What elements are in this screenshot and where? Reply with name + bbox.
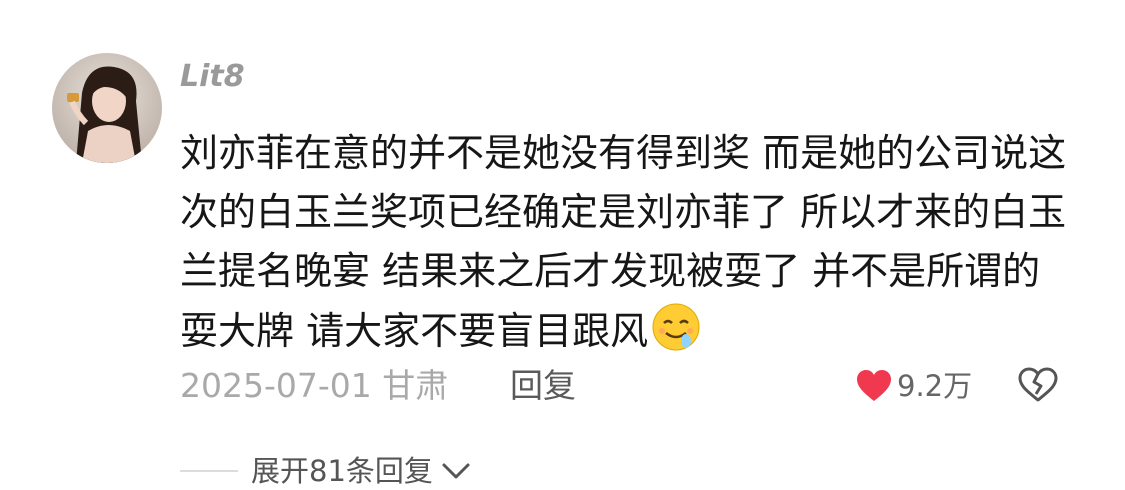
expand-replies-button[interactable]: 展开81条回复: [180, 448, 471, 490]
comment-text: 刘亦菲在意的并不是她没有得到奖 而是她的公司说这次的白玉兰奖项已经确定是刘亦菲了…: [180, 131, 1067, 353]
comment-card: Lit8 刘亦菲在意的并不是她没有得到奖 而是她的公司说这次的白玉兰奖项已经确定…: [0, 0, 1125, 490]
comment-date: 2025-07-01: [180, 366, 372, 405]
expand-replies-label: 展开81条回复: [251, 454, 433, 488]
avatar[interactable]: [52, 53, 162, 163]
comment-location: 甘肃: [382, 366, 449, 405]
comment-date-location: 2025-07-01 甘肃: [180, 361, 448, 411]
like-button[interactable]: 9.2万: [856, 364, 972, 408]
broken-heart-icon: [1018, 367, 1058, 402]
comment-text-block: 刘亦菲在意的并不是她没有得到奖 而是她的公司说这次的白玉兰奖项已经确定是刘亦菲了…: [180, 124, 1070, 370]
drooling-face-emoji-icon: [650, 301, 702, 370]
dislike-button[interactable]: [1018, 367, 1058, 407]
avatar-photo: [52, 53, 162, 163]
divider-line: [180, 470, 238, 472]
chevron-down-icon: [442, 463, 470, 479]
heart-icon: [857, 370, 891, 401]
username[interactable]: Lit8: [180, 58, 245, 96]
reply-button[interactable]: 回复: [510, 361, 576, 411]
like-count: 9.2万: [897, 369, 973, 403]
comment-meta: 2025-07-01 甘肃 回复 9.2万: [180, 361, 1070, 411]
